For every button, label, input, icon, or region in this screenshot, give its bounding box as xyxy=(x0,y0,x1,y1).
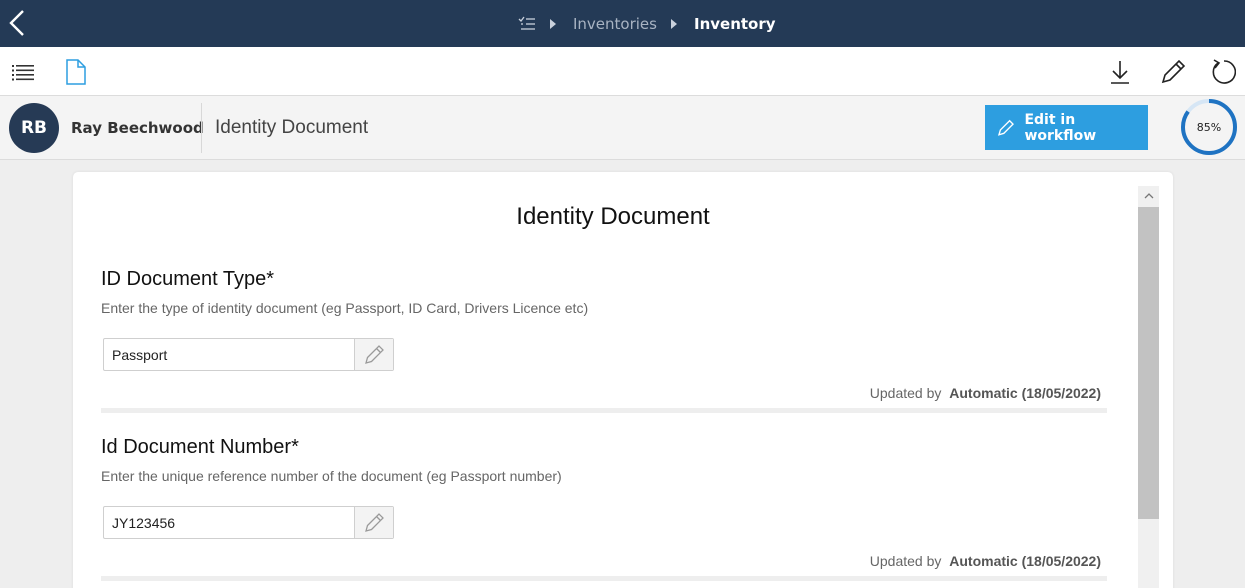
download-icon[interactable] xyxy=(1107,59,1133,85)
id-document-type-value[interactable]: Passport xyxy=(104,339,354,370)
chevron-left-icon xyxy=(9,10,24,36)
updated-by-prefix: Updated by xyxy=(869,553,942,569)
chevron-up-icon xyxy=(1144,193,1153,199)
list-icon[interactable] xyxy=(10,59,36,85)
breadcrumb: Inventories Inventory xyxy=(518,0,776,47)
progress-ring: 85% xyxy=(1180,98,1238,156)
field-label-id-document-number: Id Document Number* xyxy=(101,436,299,458)
document-icon[interactable] xyxy=(63,59,89,85)
id-document-type-field[interactable]: Passport xyxy=(103,338,394,371)
field-help-id-document-type: Enter the type of identity document (eg … xyxy=(101,300,589,316)
breadcrumb-inventories[interactable]: Inventories xyxy=(573,15,657,33)
pencil-icon xyxy=(997,119,1014,136)
form-title: Identity Document xyxy=(516,203,710,230)
edit-in-workflow-label: Edit in workflow xyxy=(1024,111,1097,144)
person-name[interactable]: Ray Beechwood xyxy=(71,119,204,137)
top-nav-bar: Inventories Inventory xyxy=(0,0,1245,47)
updated-by-value: Automatic (18/05/2022) xyxy=(949,385,1101,401)
scroll-up-button[interactable] xyxy=(1138,186,1159,206)
pencil-icon xyxy=(365,512,384,532)
updated-by-value: Automatic (18/05/2022) xyxy=(949,553,1101,569)
avatar[interactable]: RB xyxy=(9,103,59,153)
field-label-id-document-type: ID Document Type* xyxy=(101,268,275,290)
updated-by-prefix: Updated by xyxy=(869,385,942,401)
edit-field-button[interactable] xyxy=(354,507,393,538)
pencil-icon[interactable] xyxy=(1160,59,1186,85)
form-card: Identity Document ID Document Type* Ente… xyxy=(73,172,1173,588)
header-divider xyxy=(201,103,202,153)
breadcrumb-separator-icon xyxy=(670,18,677,29)
scrollbar[interactable] xyxy=(1138,186,1159,588)
back-button[interactable] xyxy=(6,8,28,38)
toolbar xyxy=(0,47,1245,96)
id-document-number-field[interactable]: JY123456 xyxy=(103,506,394,539)
checklist-icon[interactable] xyxy=(518,16,536,32)
field-help-id-document-number: Enter the unique reference number of the… xyxy=(101,468,562,484)
refresh-icon[interactable] xyxy=(1210,59,1236,85)
scrollbar-thumb[interactable] xyxy=(1138,207,1159,519)
updated-by-text: Updated by Automatic (18/05/2022) xyxy=(870,553,1101,569)
record-header: RB Ray Beechwood Identity Document Edit … xyxy=(0,96,1245,160)
section-divider xyxy=(101,576,1107,581)
edit-field-button[interactable] xyxy=(354,339,393,370)
updated-by-text: Updated by Automatic (18/05/2022) xyxy=(870,385,1101,401)
breadcrumb-separator-icon xyxy=(550,18,556,29)
section-divider xyxy=(101,408,1107,413)
id-document-number-value[interactable]: JY123456 xyxy=(104,507,354,538)
breadcrumb-inventory: Inventory xyxy=(693,14,776,33)
pencil-icon xyxy=(365,344,384,364)
progress-percent: 85% xyxy=(1196,120,1222,134)
edit-in-workflow-button[interactable]: Edit in workflow xyxy=(985,105,1148,150)
document-title: Identity Document xyxy=(215,117,369,138)
